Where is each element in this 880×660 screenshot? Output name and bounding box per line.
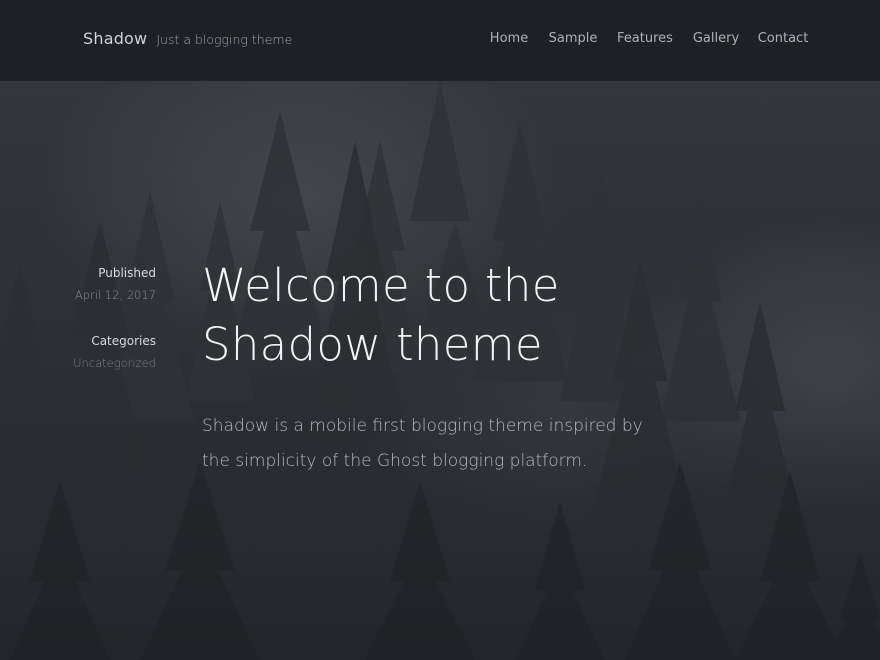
nav-item-features[interactable]: Features [617,31,673,46]
post-title-line-2: Shadow theme [202,318,543,371]
nav-item-home[interactable]: Home [490,31,528,46]
nav-item-contact[interactable]: Contact [758,31,809,46]
post-excerpt: Shadow is a mobile first blogging theme … [202,416,643,471]
post-title[interactable]: Welcome to the Shadow theme [202,256,722,374]
categories-meta: Categories Uncategorized [73,334,156,370]
post-title-line-1: Welcome to the [202,259,560,312]
published-date: April 12, 2017 [74,288,156,302]
category-link[interactable]: Uncategorized [73,356,156,370]
published-meta: Published April 12, 2017 [75,266,156,302]
nav-item-gallery[interactable]: Gallery [693,31,739,46]
nav-item-sample[interactable]: Sample [549,31,598,46]
categories-label: Categories [91,334,156,348]
published-label: Published [98,266,156,280]
site-header: Shadow Just a blogging theme Home Sample… [0,0,880,81]
main-navigation: Home Sample Features Gallery Contact [0,31,880,51]
